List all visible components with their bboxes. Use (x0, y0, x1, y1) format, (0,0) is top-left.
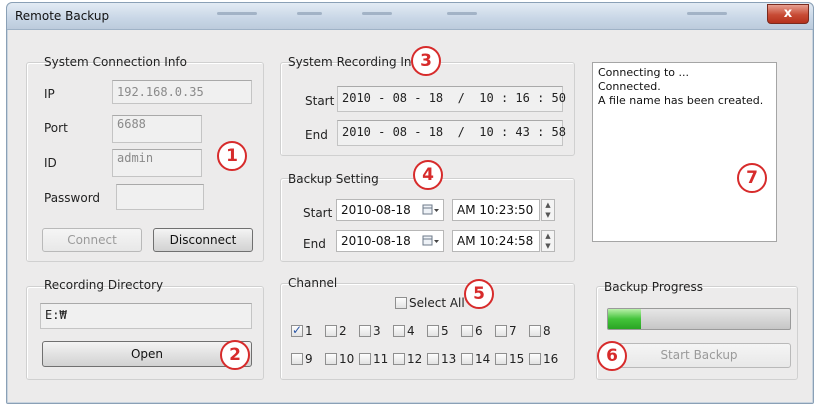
channel-title: Channel (288, 276, 338, 290)
spin-up-icon[interactable]: ▲ (542, 200, 554, 210)
channel-label[interactable]: 10 (339, 352, 354, 366)
status-log: Connecting to ... Connected. A file name… (592, 62, 777, 242)
channel-label[interactable]: 2 (339, 324, 347, 338)
log-line: Connected. (598, 80, 661, 93)
port-field[interactable]: 6688 (112, 115, 202, 143)
calendar-dropdown-icon[interactable] (422, 235, 440, 247)
window-title: Remote Backup (15, 9, 110, 23)
channel-label[interactable]: 16 (543, 352, 558, 366)
channel-label[interactable]: 7 (509, 324, 517, 338)
channel-label[interactable]: 11 (373, 352, 388, 366)
backup-start-label: Start (303, 206, 333, 220)
title-bar-decoration (362, 12, 392, 15)
recording-directory-path[interactable]: E:₩ (40, 303, 252, 329)
channel-label[interactable]: 6 (475, 324, 483, 338)
callout-marker: 1 (217, 141, 247, 171)
ip-field[interactable]: 192.168.0.35 (112, 80, 252, 104)
select-all-label[interactable]: Select All (409, 296, 465, 310)
spin-up-icon[interactable]: ▲ (542, 231, 554, 241)
channel-label[interactable]: 12 (407, 352, 422, 366)
channel-label[interactable]: 1 (305, 324, 313, 338)
title-bar-decoration (447, 12, 477, 15)
backup-end-time-field[interactable]: AM 10:24:58 (452, 230, 540, 252)
backup-end-label: End (303, 237, 326, 251)
log-line: Connecting to ... (598, 66, 690, 79)
recording-end-label: End (305, 128, 328, 142)
port-label: Port (44, 121, 68, 135)
backup-progress-bar (607, 308, 791, 330)
backup-start-time-spinner[interactable]: ▲ ▼ (541, 199, 555, 221)
recording-info-title: System Recording Info (288, 55, 424, 69)
backup-start-date-picker[interactable]: 2010-08-18 (336, 199, 444, 221)
channel-label[interactable]: 8 (543, 324, 551, 338)
channel-label[interactable]: 14 (475, 352, 490, 366)
ip-label: IP (44, 87, 55, 101)
channel-checkbox[interactable] (291, 323, 303, 337)
spin-down-icon[interactable]: ▼ (542, 241, 554, 251)
log-line: A file name has been created. (598, 94, 764, 107)
channel-checkbox[interactable] (495, 325, 507, 337)
channel-checkbox[interactable] (529, 325, 541, 337)
close-icon[interactable]: x (767, 4, 809, 24)
callout-marker: 2 (220, 340, 250, 370)
backup-end-date: 2010-08-18 (341, 234, 411, 248)
title-bar-decoration (217, 12, 257, 15)
calendar-dropdown-icon[interactable] (422, 204, 440, 216)
backup-progress-fill (608, 309, 641, 329)
channel-checkbox[interactable] (461, 325, 473, 337)
channel-label[interactable]: 15 (509, 352, 524, 366)
title-bar-decoration (297, 12, 322, 15)
connect-button[interactable]: Connect (42, 228, 142, 252)
backup-setting-title: Backup Setting (288, 172, 379, 186)
callout-marker: 3 (411, 46, 441, 76)
password-label: Password (44, 191, 101, 205)
channel-checkbox[interactable] (393, 325, 405, 337)
channel-checkbox[interactable] (325, 353, 337, 365)
channel-checkbox[interactable] (529, 353, 541, 365)
disconnect-button[interactable]: Disconnect (153, 228, 253, 252)
callout-marker: 4 (413, 160, 443, 190)
title-bar[interactable]: Remote Backup x (7, 3, 813, 30)
start-backup-button[interactable]: Start Backup (607, 343, 791, 368)
backup-end-time: AM 10:24:58 (457, 234, 534, 248)
channel-checkbox[interactable] (291, 353, 303, 365)
channel-checkbox[interactable] (359, 325, 371, 337)
recording-start-value: 2010 - 08 - 18 / 10 : 16 : 50 (337, 86, 566, 112)
title-bar-decoration (687, 12, 727, 15)
id-field[interactable]: admin (112, 149, 202, 177)
callout-marker: 7 (737, 163, 767, 193)
recording-directory-title: Recording Directory (44, 278, 164, 292)
channel-checkbox[interactable] (427, 353, 439, 365)
recording-start-label: Start (305, 94, 335, 108)
callout-marker: 5 (464, 279, 494, 309)
select-all-checkbox[interactable] (395, 297, 407, 309)
id-label: ID (44, 156, 57, 170)
backup-start-time: AM 10:23:50 (457, 203, 534, 217)
spin-down-icon[interactable]: ▼ (542, 210, 554, 220)
connection-group-title: System Connection Info (44, 55, 187, 69)
channel-label[interactable]: 9 (305, 352, 313, 366)
backup-progress-title: Backup Progress (604, 280, 704, 294)
callout-marker: 6 (597, 341, 627, 371)
channel-label[interactable]: 3 (373, 324, 381, 338)
recording-end-value: 2010 - 08 - 18 / 10 : 43 : 58 (337, 120, 566, 146)
channel-checkbox[interactable] (427, 325, 439, 337)
channel-label[interactable]: 13 (441, 352, 456, 366)
channel-label[interactable]: 5 (441, 324, 449, 338)
backup-start-time-field[interactable]: AM 10:23:50 (452, 199, 540, 221)
channel-checkbox[interactable] (393, 353, 405, 365)
backup-start-date: 2010-08-18 (341, 203, 411, 217)
backup-end-time-spinner[interactable]: ▲ ▼ (541, 230, 555, 252)
backup-end-date-picker[interactable]: 2010-08-18 (336, 230, 444, 252)
channel-checkbox[interactable] (495, 353, 507, 365)
channel-label[interactable]: 4 (407, 324, 415, 338)
channel-checkbox[interactable] (461, 353, 473, 365)
channel-checkbox[interactable] (325, 325, 337, 337)
channel-checkbox[interactable] (359, 353, 371, 365)
password-field[interactable] (116, 184, 204, 210)
